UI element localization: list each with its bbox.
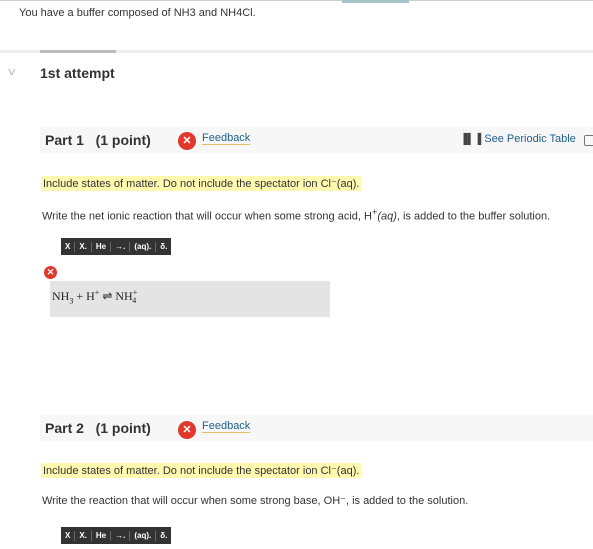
question-intro: You have a buffer composed of NH3 and NH…: [19, 7, 256, 19]
part1-instruction: Write the net ionic reaction that will o…: [42, 207, 550, 223]
part1-hint: Include states of matter. Do not include…: [41, 176, 362, 191]
product-nh4-sub: 4: [132, 296, 137, 306]
part2-equation-toolbar: X X. He →. (aq). δ.: [61, 527, 172, 544]
top-border: [0, 0, 593, 1]
part1-feedback-link[interactable]: Feedback: [202, 132, 251, 145]
bar-chart-icon: ▐▌▐: [460, 134, 482, 145]
part1-title: Part 1 (1 point): [45, 132, 151, 148]
part1-instruction-aq: (aq): [377, 210, 397, 223]
attempt-tab-indicator: [40, 50, 116, 53]
part1-feedback-x-icon[interactable]: ✕: [178, 132, 196, 150]
attempt-heading[interactable]: 1st attempt: [40, 65, 115, 81]
part2-header: Part 2 (1 point): [40, 415, 593, 441]
part1-instruction-after: , is added to the buffer solution.: [396, 210, 551, 223]
element-button[interactable]: X: [61, 241, 76, 252]
reaction-arrow-button[interactable]: →.: [111, 530, 131, 541]
reactant-nh3-sub: 3: [69, 296, 74, 306]
part1-instruction-before: Write the net ionic reaction that will o…: [42, 210, 372, 223]
subscript-button[interactable]: X.: [75, 530, 92, 541]
part2-hint: Include states of matter. Do not include…: [41, 463, 362, 478]
equilibrium-arrow-icon: ⇌: [102, 289, 113, 303]
element-symbol-button[interactable]: He: [92, 241, 112, 252]
periodic-table-link[interactable]: ▐▌▐ See Periodic Table: [460, 133, 576, 145]
part2-feedback-x-icon[interactable]: ✕: [178, 421, 196, 439]
part2-title: Part 2 (1 point): [45, 420, 151, 436]
part1-answer-box[interactable]: NH3 + H+ ⇌ NH+4: [50, 281, 330, 317]
part1-answer-equation: NH3 + H+ ⇌ NH+4: [52, 288, 137, 306]
part1-error-icon: ✕: [44, 266, 57, 279]
reactant-nh3: NH: [52, 289, 70, 303]
element-symbol-button[interactable]: He: [92, 530, 112, 541]
product-nh4: NH: [115, 289, 133, 303]
plus-sign: +: [76, 289, 84, 303]
reactant-h: H: [86, 289, 95, 303]
state-aq-button[interactable]: (aq).: [130, 530, 157, 541]
state-aq-button[interactable]: (aq).: [130, 241, 157, 252]
reaction-arrow-button[interactable]: →.: [111, 241, 131, 252]
part2-instruction: Write the reaction that will occur when …: [42, 495, 469, 507]
delta-button[interactable]: δ.: [156, 531, 171, 541]
subscript-button[interactable]: X.: [75, 241, 92, 252]
element-button[interactable]: X: [61, 530, 76, 541]
reactant-h-sup: +: [94, 288, 100, 297]
part1-equation-toolbar: X X. He →. (aq). δ.: [61, 238, 172, 255]
delta-button[interactable]: δ.: [156, 242, 171, 252]
chevron-down-icon[interactable]: v: [8, 66, 15, 78]
comment-bubble-icon[interactable]: [584, 135, 593, 146]
periodic-table-label: See Periodic Table: [484, 133, 576, 145]
top-tab-indicator: [342, 0, 409, 3]
part2-feedback-link[interactable]: Feedback: [202, 420, 251, 433]
